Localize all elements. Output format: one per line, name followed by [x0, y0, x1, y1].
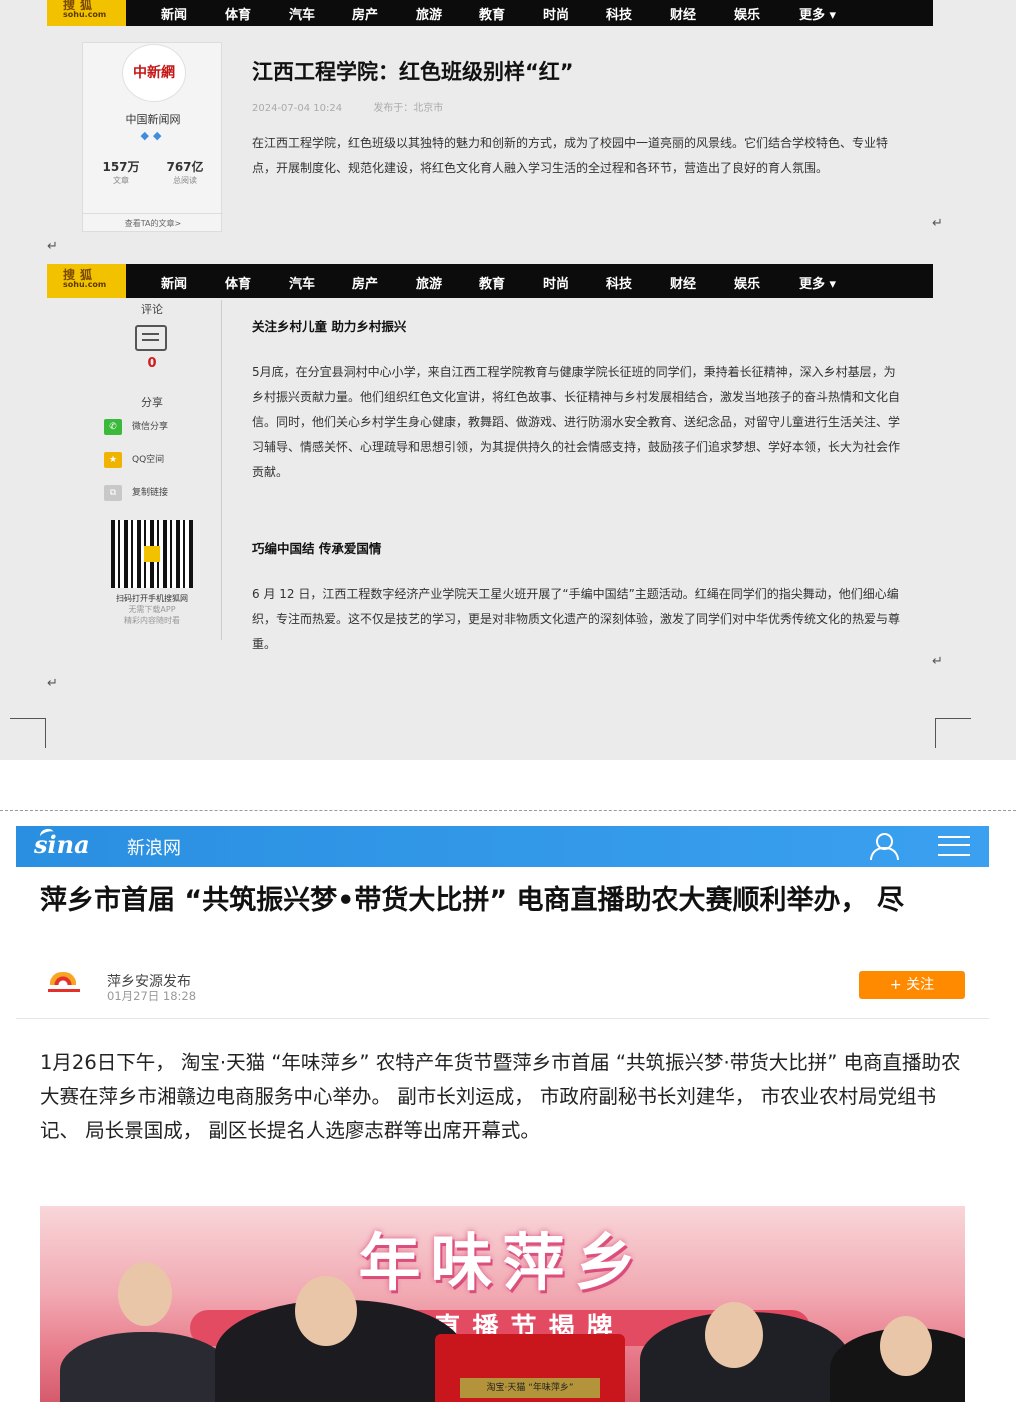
nav-item-house[interactable]: 房产	[352, 273, 378, 292]
section-body: 6 月 12 日，江西工程数字经济产业学院天工星火班开展了“手编中国结”主题活动…	[252, 587, 901, 651]
article-meta: 2024-07-04 10:24 发布于：北京市	[252, 99, 471, 114]
comment-count[interactable]: 0	[82, 356, 222, 371]
sina-article-body: 1月26日下午， 淘宝·天猫 “年味萍乡” 农特产年货节暨萍乡市首届 “共筑振兴…	[40, 1051, 961, 1142]
follow-button[interactable]: + 关注	[859, 971, 965, 999]
menu-icon[interactable]	[938, 836, 970, 856]
nav-item-ent[interactable]: 娱乐	[734, 273, 760, 292]
section-title: 关注乡村儿童 助力乡村振兴	[252, 319, 407, 334]
author-avatar[interactable]: 中新網	[122, 44, 186, 102]
return-mark: ↵	[47, 239, 58, 254]
nav-item-ent[interactable]: 娱乐	[734, 4, 760, 23]
return-mark: ↵	[47, 676, 58, 691]
share-qzone[interactable]: ★ QQ空间	[104, 451, 164, 469]
nav-item-fashion[interactable]: 时尚	[543, 4, 569, 23]
sina-article-header: 萍乡市首届 “共筑振兴梦•带货大比拼” 电商直播助农大赛顺利举办， 尽 萍乡安源…	[16, 867, 989, 1019]
nav-item-house[interactable]: 房产	[352, 4, 378, 23]
qr-code	[111, 520, 193, 588]
sina-site-name[interactable]: 新浪网	[127, 834, 181, 860]
share-label: 分享	[141, 396, 163, 409]
articles-stat: 157万 文章	[102, 160, 140, 185]
return-mark: ↵	[932, 216, 943, 231]
nav-item-travel[interactable]: 旅游	[416, 273, 442, 292]
person-head	[705, 1302, 763, 1368]
source-logo-icon[interactable]	[44, 972, 84, 996]
sohu-logo[interactable]: 搜狐 sohu.com	[47, 0, 126, 26]
section-divider	[0, 810, 1016, 811]
person-figure	[60, 1332, 230, 1402]
view-author-articles-link[interactable]: 查看TA的文章>	[83, 213, 223, 229]
nav-item-tech[interactable]: 科技	[606, 273, 632, 292]
nav-more-menu[interactable]: 更多 ▾	[799, 273, 836, 292]
crop-mark	[935, 718, 971, 748]
section-title: 巧编中国结 传承爱国情	[252, 541, 382, 556]
crop-mark	[10, 718, 46, 748]
article-title: 江西工程学院：红色班级别样“红”	[252, 60, 574, 84]
author-name[interactable]: 中国新闻网	[83, 111, 223, 127]
photo-backdrop-title: 年味萍乡	[358, 1226, 647, 1299]
nav-item-sports[interactable]: 体育	[225, 4, 251, 23]
sohu-nav-bar: 搜狐 sohu.com 新闻 体育 汽车 房产 旅游 教育 时尚 科技 财经 娱…	[47, 0, 933, 26]
comment-icon[interactable]	[135, 325, 167, 351]
nav-item-fashion[interactable]: 时尚	[543, 273, 569, 292]
share-sidebar: 评论 0 分享 ✆ 微信分享 ★ QQ空间 ⧉ 复制链接 扫码打开手机搜狐网 无需下载…	[82, 300, 222, 640]
reads-stat: 767亿 总阅读	[166, 160, 204, 185]
nav-item-news[interactable]: 新闻	[161, 4, 187, 23]
share-wechat[interactable]: ✆ 微信分享	[104, 418, 168, 436]
photo-plaque: 淘宝·天猫 “年味萍乡”	[460, 1378, 600, 1398]
qr-caption: 扫码打开手机搜狐网 无需下载APP 精彩内容随时看	[116, 594, 188, 625]
article-date: 2024-07-04 10:24	[252, 103, 343, 114]
nav-item-auto[interactable]: 汽车	[289, 4, 315, 23]
user-icon[interactable]	[868, 832, 899, 860]
person-head	[880, 1316, 932, 1376]
wechat-icon: ✆	[104, 418, 122, 435]
nav-item-finance[interactable]: 财经	[670, 4, 696, 23]
article-location: 发布于：北京市	[373, 103, 444, 114]
sohu-logo[interactable]: 搜狐 sohu.com	[47, 264, 126, 298]
sina-article-title: 萍乡市首届 “共筑振兴梦•带货大比拼” 电商直播助农大赛顺利举办， 尽	[40, 885, 904, 916]
nav-item-tech[interactable]: 科技	[606, 4, 632, 23]
nav-item-news[interactable]: 新闻	[161, 273, 187, 292]
qzone-icon: ★	[104, 451, 122, 468]
nav-item-edu[interactable]: 教育	[479, 4, 505, 23]
author-card: 中新網 中国新闻网 ◆◆ 157万 文章 767亿 总阅读 查看TA的文章>	[82, 42, 223, 232]
comment-label: 评论	[141, 303, 163, 316]
article-intro: 在江西工程学院，红色班级以其独特的魅力和创新的方式，成为了校园中一道亮丽的风景线…	[252, 136, 889, 175]
document-page: 搜狐 sohu.com 新闻 体育 汽车 房产 旅游 教育 时尚 科技 财经 娱…	[0, 0, 1016, 760]
section-body: 5月底，在分宜县洞村中心小学，来自江西工程学院教育与健康学院长征班的同学们，秉持…	[252, 365, 901, 479]
source-time: 01月27日 18:28	[107, 989, 197, 1003]
article-photo: 年味萍乡 文 直播节揭牌 淘宝·天猫 “年味萍乡”	[40, 1206, 965, 1402]
return-mark: ↵	[932, 654, 943, 669]
nav-item-finance[interactable]: 财经	[670, 273, 696, 292]
nav-item-sports[interactable]: 体育	[225, 273, 251, 292]
sina-header-bar: sina 新浪网	[16, 826, 989, 867]
nav-item-edu[interactable]: 教育	[479, 273, 505, 292]
sina-logo[interactable]: sina	[34, 830, 90, 859]
nav-more-menu[interactable]: 更多 ▾	[799, 4, 836, 23]
link-icon: ⧉	[104, 484, 122, 501]
verified-badge-icon: ◆◆	[140, 129, 166, 142]
person-head	[118, 1262, 172, 1326]
person-head	[295, 1276, 357, 1346]
nav-item-travel[interactable]: 旅游	[416, 4, 442, 23]
copy-link[interactable]: ⧉ 复制链接	[104, 484, 168, 502]
nav-item-auto[interactable]: 汽车	[289, 273, 315, 292]
sohu-nav-bar: 搜狐 sohu.com 新闻 体育 汽车 房产 旅游 教育 时尚 科技 财经 娱…	[47, 264, 933, 298]
